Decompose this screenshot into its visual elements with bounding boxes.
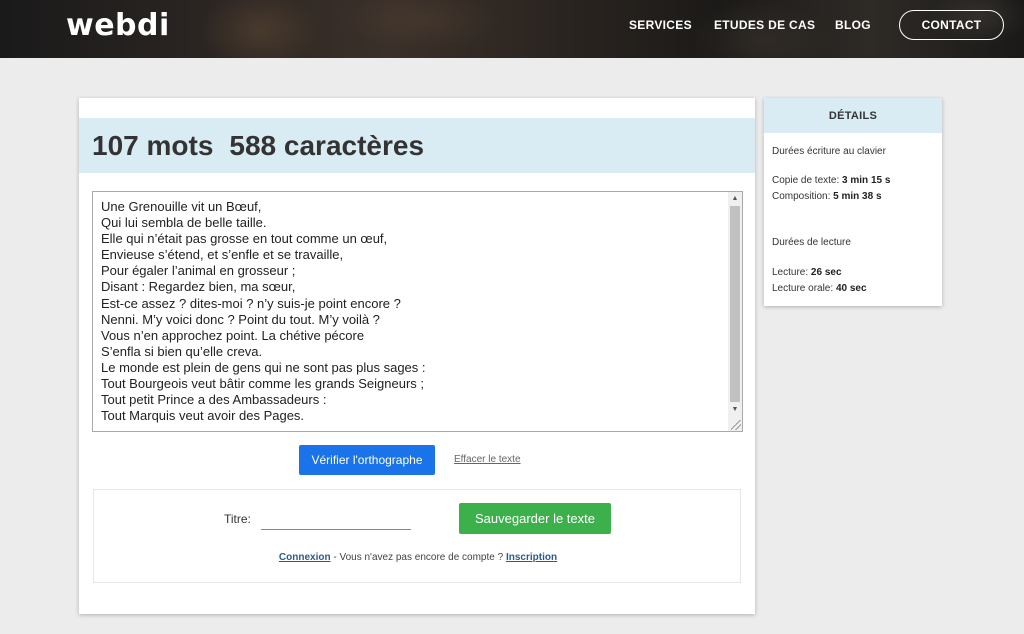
oral-reading-duration-label: Lecture orale: [772,283,836,294]
text-line: Est-ce assez ? dites-moi ? n’y suis-je p… [101,295,401,311]
title-label: Titre: [224,512,251,526]
login-link[interactable]: Connexion [279,552,331,563]
character-count: 588 caractères [229,129,425,161]
copy-duration-value: 3 min 15 s [842,175,891,186]
text-line: Pour égaler l’animal en grosseur ; [101,263,296,279]
text-line: Disant : Regardez bien, ma sœur, [101,279,296,295]
composition-duration-label: Composition: [772,191,834,202]
scroll-up-icon[interactable]: ▲ [728,192,742,205]
details-panel: DÉTAILS Durées écriture au clavier Copie… [764,98,942,306]
nav-blog-link[interactable]: BLOG [835,18,871,32]
text-line: Tout Bourgeois veut bâtir comme les gran… [101,376,425,392]
nav-case-studies-link[interactable]: ETUDES DE CAS [714,18,815,32]
site-header: webdi SERVICES ETUDES DE CAS BLOG CONTAC… [0,0,1024,58]
nav-contact-button[interactable]: CONTACT [899,10,1004,40]
register-link[interactable]: Inscription [506,552,557,563]
copy-duration: Copie de texte: 3 min 15 s [772,175,890,186]
text-line: S’enfla si bien qu’elle creva. [101,343,263,359]
text-content[interactable]: Une Grenouille vit un Bœuf, Qui lui sembl… [101,199,426,424]
word-count: 107 mots [92,129,214,161]
scroll-thumb[interactable] [730,206,740,402]
text-line: Le monde est plein de gens qui ne sont p… [101,359,426,375]
composition-duration-value: 5 min 38 s [833,191,882,202]
check-spelling-button[interactable]: Vérifier l'orthographe [299,445,435,475]
copy-duration-label: Copie de texte: [772,175,843,186]
text-line: Tout petit Prince a des Ambassadeurs : [101,392,327,408]
text-line: Tout Marquis veut avoir des Pages. [101,408,305,424]
save-text-button[interactable]: Sauvegarder le texte [459,503,611,534]
text-line: Envieuse s’étend, et s’enfle et se trava… [101,247,344,263]
oral-reading-duration-value: 40 sec [835,283,867,294]
vertical-scrollbar[interactable]: ▲ ▼ [728,192,742,431]
oral-reading-duration: Lecture orale: 40 sec [772,283,867,294]
text-line: Vous n’en approchez point. La chétive pé… [101,327,365,343]
reading-durations-heading: Durées de lecture [772,237,851,248]
text-line: Elle qui n’était pas grosse en tout comm… [101,231,388,247]
clear-text-link[interactable]: Effacer le texte [454,454,521,465]
reading-duration: Lecture: 26 sec [772,267,842,278]
resize-grip-icon[interactable] [731,420,741,430]
site-logo[interactable]: webdi [66,8,170,43]
text-line: Une Grenouille vit un Bœuf, [101,199,262,214]
scroll-down-icon[interactable]: ▼ [728,403,742,416]
reading-duration-label: Lecture: [772,267,811,278]
login-prompt: Connexion - Vous n'avez pas encore de co… [94,552,742,563]
text-line: Qui lui sembla de belle taille. [101,215,267,231]
title-input[interactable] [261,512,411,530]
details-heading: DÉTAILS [764,98,942,133]
nav-services-link[interactable]: SERVICES [629,18,692,32]
count-banner: 107 mots 588 caractères [79,118,755,173]
editor-card: 107 mots 588 caractères Une Grenouille v… [79,98,755,614]
reading-duration-value: 26 sec [810,267,842,278]
composition-duration: Composition: 5 min 38 s [772,191,882,202]
no-account-text: - Vous n'avez pas encore de compte ? [330,552,506,563]
typing-durations-heading: Durées écriture au clavier [772,146,886,157]
save-section: Titre: Sauvegarder le texte Connexion - … [93,489,741,583]
text-line: Nenni. M’y voici donc ? Point du tout. M… [101,311,380,327]
text-input-area[interactable]: Une Grenouille vit un Bœuf, Qui lui sembl… [92,191,743,432]
